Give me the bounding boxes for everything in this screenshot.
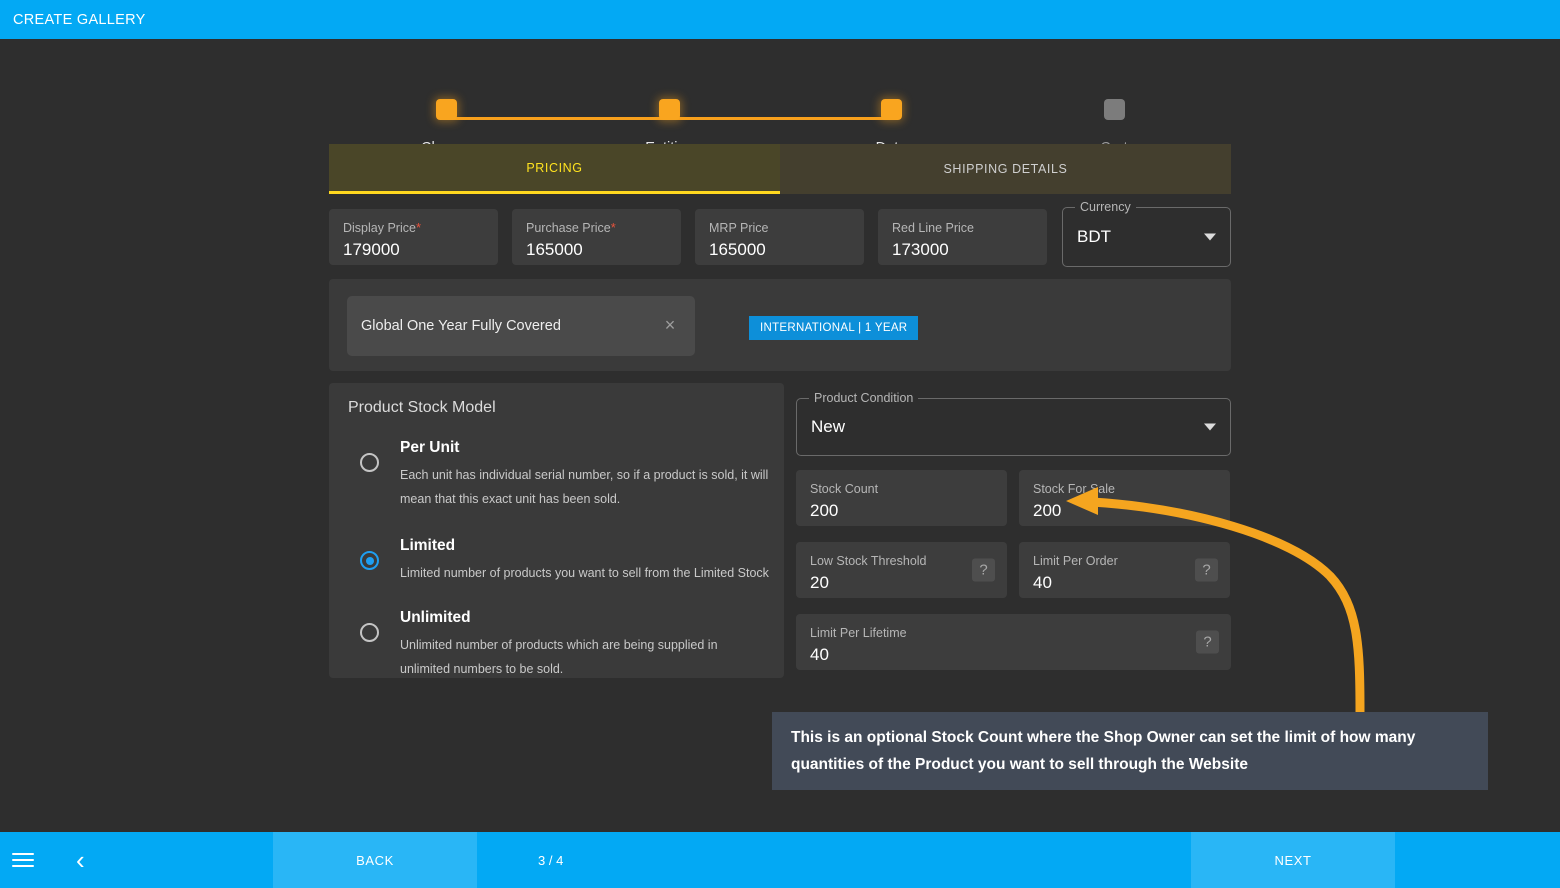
back-chevron-icon[interactable]: ‹	[76, 847, 85, 873]
bottom-toolbar: ‹ BACK 3 / 4 NEXT	[0, 832, 1560, 888]
low-stock-threshold-field[interactable]: Low Stock Threshold 20 ?	[796, 542, 1007, 598]
stock-option-unlimited-description: Unlimited number of products which are b…	[400, 638, 718, 676]
chevron-down-icon	[1204, 423, 1216, 431]
app-header: CREATE GALLERY	[0, 0, 1560, 39]
warranty-chip-label: Global One Year Fully Covered	[361, 317, 561, 334]
product-condition-label: Product Condition	[809, 391, 919, 405]
currency-label: Currency	[1075, 200, 1136, 214]
tab-bar: PRICING SHIPPING DETAILS	[329, 144, 1231, 194]
stock-count-label: Stock Count	[810, 482, 879, 496]
help-icon[interactable]: ?	[972, 558, 995, 582]
mrp-price-label: MRP Price	[709, 221, 769, 235]
page-title: CREATE GALLERY	[13, 11, 146, 28]
stepper-node-choose	[435, 99, 457, 120]
limit-per-order-field[interactable]: Limit Per Order 40 ?	[1019, 542, 1230, 598]
stepper-node-data	[880, 99, 902, 120]
stock-option-limited-title: Limited	[400, 537, 456, 554]
wizard-stepper: Choose Entities Data Cart	[0, 39, 1560, 156]
purchase-price-field[interactable]: Purchase Price* 165000	[512, 209, 681, 265]
tab-shipping-details[interactable]: SHIPPING DETAILS	[780, 144, 1231, 194]
required-asterisk: *	[415, 220, 421, 235]
stepper-node-cart	[1103, 99, 1125, 120]
stock-option-unlimited-title: Unlimited	[400, 609, 471, 626]
back-button[interactable]: BACK	[273, 832, 477, 888]
stepper-node-entities	[658, 99, 680, 120]
red-line-price-label: Red Line Price	[892, 221, 974, 235]
tab-pricing-label: PRICING	[526, 160, 583, 175]
footer-icon-group: ‹	[0, 832, 132, 888]
limit-per-lifetime-field[interactable]: Limit Per Lifetime 40 ?	[796, 614, 1231, 670]
stock-option-limited-description: Limited number of products you want to s…	[400, 566, 769, 580]
help-icon[interactable]: ?	[1196, 630, 1219, 654]
stock-count-value: 200	[810, 501, 839, 520]
stock-count-field[interactable]: Stock Count 200	[796, 470, 1007, 526]
limit-per-order-value: 40	[1033, 573, 1052, 592]
display-price-label: Display Price*	[343, 220, 421, 236]
product-condition-value: New	[811, 417, 846, 436]
stock-for-sale-value: 200	[1033, 501, 1062, 520]
annotation-text: This is an optional Stock Count where th…	[791, 729, 1416, 773]
mrp-price-value: 165000	[709, 240, 766, 259]
limit-per-lifetime-value: 40	[810, 645, 829, 664]
purchase-price-label: Purchase Price*	[526, 220, 616, 236]
mrp-price-field[interactable]: MRP Price 165000	[695, 209, 864, 265]
warranty-badge: INTERNATIONAL | 1 YEAR	[749, 316, 919, 340]
product-stock-model-panel: Product Stock Model Per Unit Each unit h…	[329, 383, 784, 678]
page-indicator: 3 / 4	[538, 852, 564, 868]
stock-option-per-unit-description: Each unit has individual serial number, …	[400, 468, 769, 506]
warranty-chip[interactable]: Global One Year Fully Covered ×	[347, 296, 695, 356]
radio-limited[interactable]	[360, 551, 379, 570]
tab-pricing[interactable]: PRICING	[329, 144, 780, 194]
warranty-panel: Global One Year Fully Covered × INTERNAT…	[329, 279, 1231, 371]
low-stock-threshold-label: Low Stock Threshold	[810, 554, 927, 568]
next-button[interactable]: NEXT	[1191, 832, 1395, 888]
low-stock-threshold-value: 20	[810, 573, 829, 592]
close-icon[interactable]: ×	[661, 316, 679, 335]
hamburger-menu-icon[interactable]	[12, 849, 34, 871]
product-condition-select[interactable]: Product Condition New	[796, 391, 1231, 456]
stock-for-sale-label: Stock For Sale	[1033, 482, 1115, 496]
radio-unlimited[interactable]	[360, 623, 379, 642]
required-asterisk: *	[610, 220, 616, 235]
currency-value: BDT	[1077, 227, 1111, 246]
help-icon[interactable]: ?	[1195, 558, 1218, 582]
display-price-field[interactable]: Display Price* 179000	[329, 209, 498, 265]
product-stock-model-title: Product Stock Model	[348, 399, 496, 416]
purchase-price-value: 165000	[526, 240, 583, 259]
red-line-price-value: 173000	[892, 240, 949, 259]
red-line-price-field[interactable]: Red Line Price 173000	[878, 209, 1047, 265]
tab-shipping-details-label: SHIPPING DETAILS	[943, 162, 1068, 176]
currency-select[interactable]: Currency BDT	[1062, 200, 1231, 267]
chevron-down-icon	[1204, 233, 1216, 241]
limit-per-lifetime-label: Limit Per Lifetime	[810, 626, 907, 640]
limit-per-order-label: Limit Per Order	[1033, 554, 1118, 568]
stock-for-sale-field[interactable]: Stock For Sale 200	[1019, 470, 1230, 526]
display-price-value: 179000	[343, 240, 400, 259]
annotation-tooltip: This is an optional Stock Count where th…	[772, 712, 1488, 790]
radio-per-unit[interactable]	[360, 453, 379, 472]
stock-option-per-unit-title: Per Unit	[400, 439, 460, 456]
